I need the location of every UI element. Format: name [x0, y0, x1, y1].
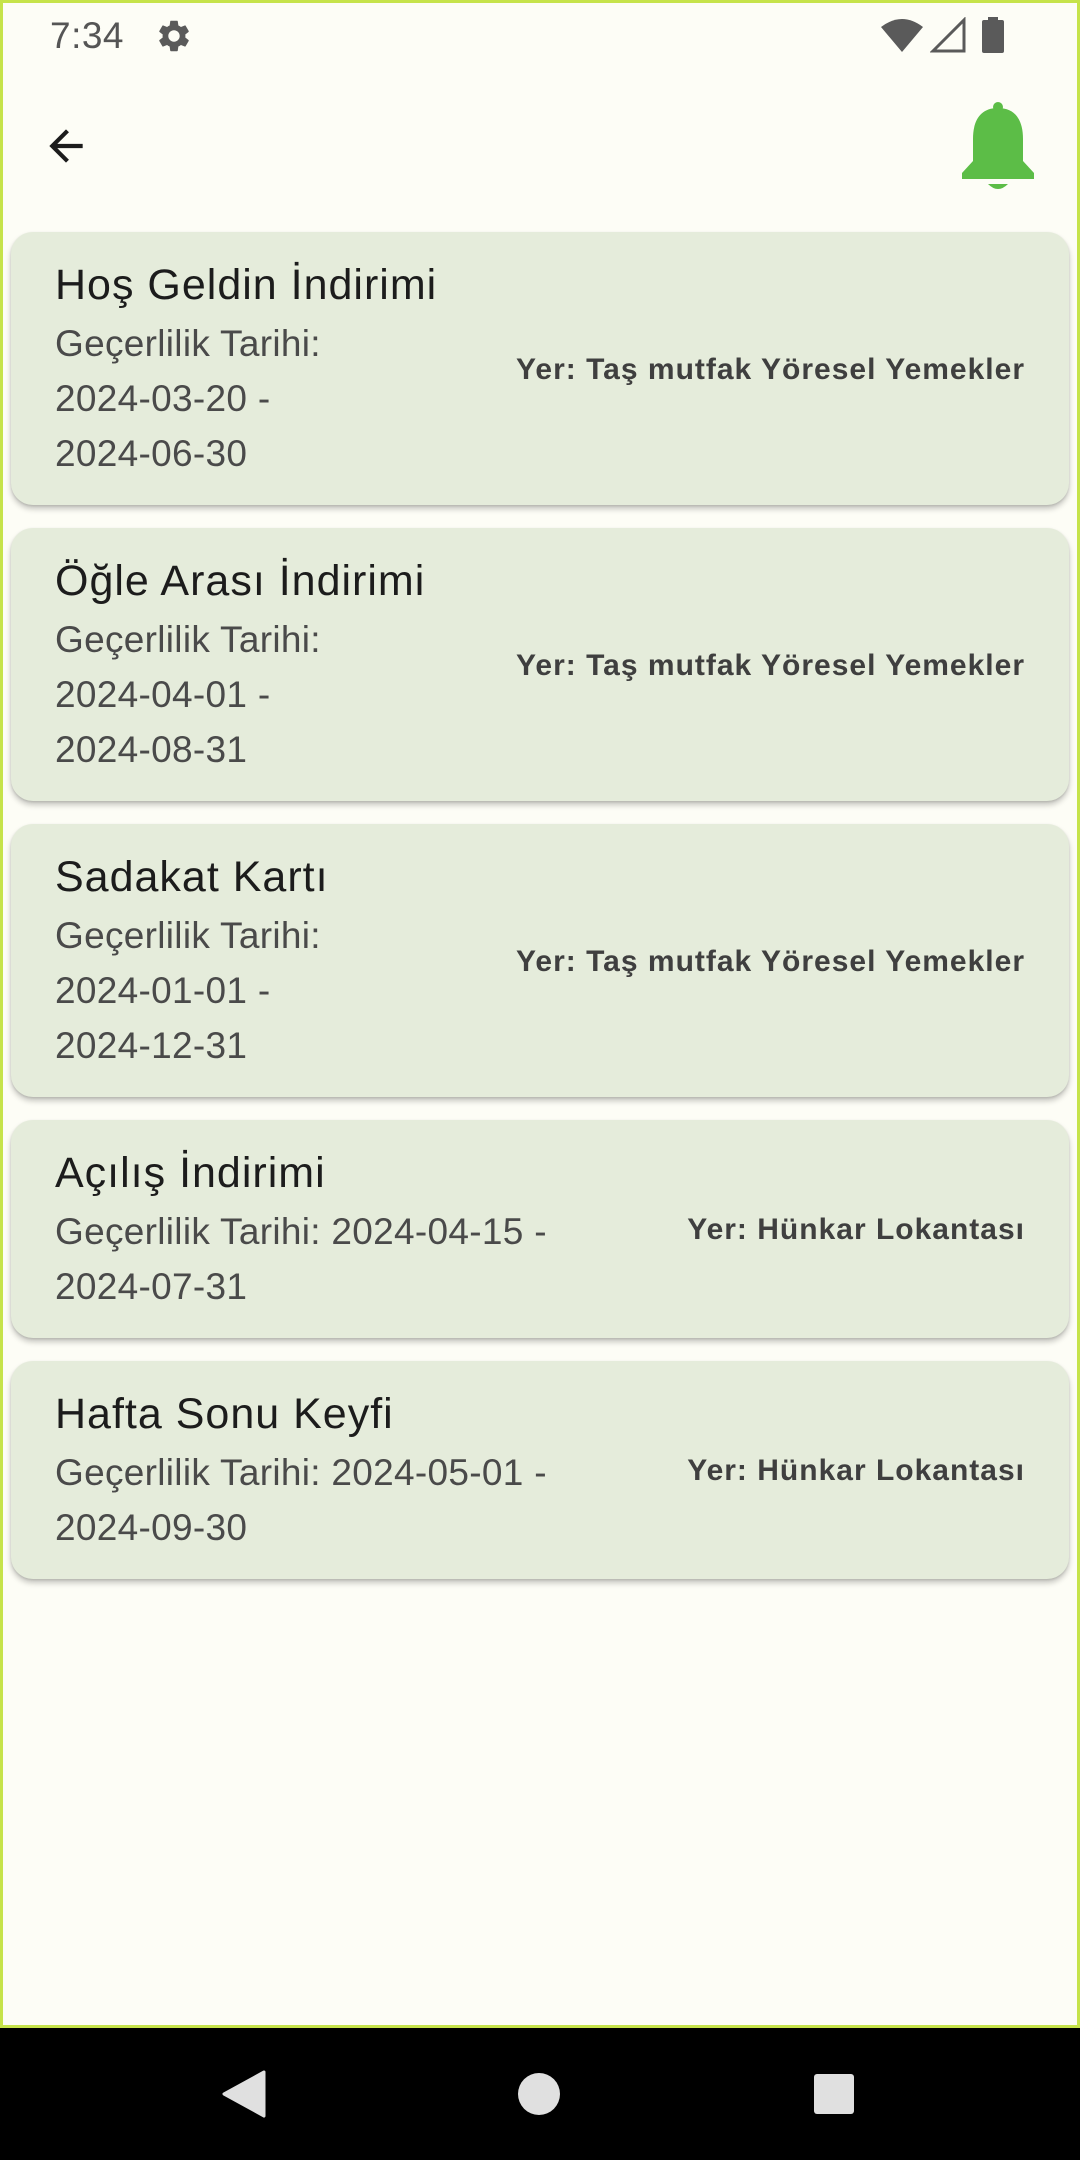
nav-recents-icon — [814, 2074, 854, 2114]
nav-home-button[interactable] — [503, 2058, 575, 2130]
nav-back-icon — [222, 2070, 266, 2118]
signal-icon — [930, 17, 966, 53]
campaign-place: Yer: Taş mutfak Yöresel Yemekler — [516, 648, 1025, 682]
campaign-card-info: Öğle Arası İndirimi Geçerlilik Tarihi: 2… — [55, 554, 425, 777]
battery-icon — [982, 17, 1004, 53]
arrow-left-icon — [49, 129, 83, 163]
campaign-place: Yer: Hünkar Lokantası — [687, 1454, 1025, 1487]
campaign-title: Hoş Geldin İndirimi — [55, 261, 438, 309]
campaign-card[interactable]: Açılış İndirimi Geçerlilik Tarihi: 2024-… — [11, 1120, 1069, 1338]
campaign-validity-line: 2024-03-20 - — [55, 378, 271, 419]
campaign-validity-line: Geçerlilik Tarihi: 2024-04-15 - — [55, 1211, 547, 1252]
campaign-validity-line: 2024-12-31 — [55, 1025, 248, 1066]
campaign-place: Yer: Taş mutfak Yöresel Yemekler — [516, 944, 1025, 978]
app-bar — [3, 69, 1077, 229]
campaign-title: Sadakat Kartı — [55, 853, 329, 901]
wifi-icon — [881, 19, 923, 52]
nav-home-icon — [518, 2073, 560, 2115]
back-button[interactable] — [31, 111, 101, 181]
campaign-title: Açılış İndirimi — [55, 1149, 326, 1197]
campaign-card-info: Hafta Sonu Keyfi Geçerlilik Tarihi: 2024… — [55, 1387, 547, 1555]
campaign-card[interactable]: Hoş Geldin İndirimi Geçerlilik Tarihi: 2… — [11, 232, 1069, 505]
campaign-validity-line: Geçerlilik Tarihi: — [55, 619, 321, 660]
campaign-card[interactable]: Hafta Sonu Keyfi Geçerlilik Tarihi: 2024… — [11, 1361, 1069, 1579]
system-nav-bar — [0, 2028, 1080, 2160]
campaign-place: Yer: Hünkar Lokantası — [687, 1213, 1025, 1246]
campaign-card[interactable]: Öğle Arası İndirimi Geçerlilik Tarihi: 2… — [11, 528, 1069, 801]
screen: 7:34 Hoş Geldin İndirimi Geçerlilik Tari… — [3, 3, 1077, 2025]
campaign-validity-line: 2024-04-01 - — [55, 674, 271, 715]
campaign-validity-line: 2024-06-30 — [55, 433, 248, 474]
campaign-card[interactable]: Sadakat Kartı Geçerlilik Tarihi: 2024-01… — [11, 824, 1069, 1097]
campaign-validity-line: Geçerlilik Tarihi: — [55, 915, 321, 956]
campaign-list: Hoş Geldin İndirimi Geçerlilik Tarihi: 2… — [11, 232, 1069, 1602]
campaign-validity-line: 2024-08-31 — [55, 729, 248, 770]
campaign-title: Öğle Arası İndirimi — [55, 557, 426, 605]
campaign-validity-line: Geçerlilik Tarihi: — [55, 323, 321, 364]
notifications-button[interactable] — [953, 97, 1043, 197]
campaign-validity-line: 2024-07-31 — [55, 1266, 248, 1307]
campaign-validity-line: 2024-01-01 - — [55, 970, 271, 1011]
campaign-card-info: Açılış İndirimi Geçerlilik Tarihi: 2024-… — [55, 1146, 547, 1314]
nav-back-button[interactable] — [208, 2058, 280, 2130]
campaign-title: Hafta Sonu Keyfi — [55, 1390, 394, 1438]
gear-icon — [159, 20, 189, 52]
campaign-card-info: Sadakat Kartı Geçerlilik Tarihi: 2024-01… — [55, 850, 329, 1073]
bell-icon — [962, 102, 1034, 189]
campaign-place: Yer: Taş mutfak Yöresel Yemekler — [516, 352, 1025, 386]
status-bar: 7:34 — [3, 3, 1077, 69]
campaign-validity-line: Geçerlilik Tarihi: 2024-05-01 - — [55, 1452, 547, 1493]
nav-recents-button[interactable] — [798, 2058, 870, 2130]
campaign-validity-line: 2024-09-30 — [55, 1507, 248, 1548]
campaign-card-info: Hoş Geldin İndirimi Geçerlilik Tarihi: 2… — [55, 258, 437, 481]
status-time: 7:34 — [50, 15, 125, 56]
